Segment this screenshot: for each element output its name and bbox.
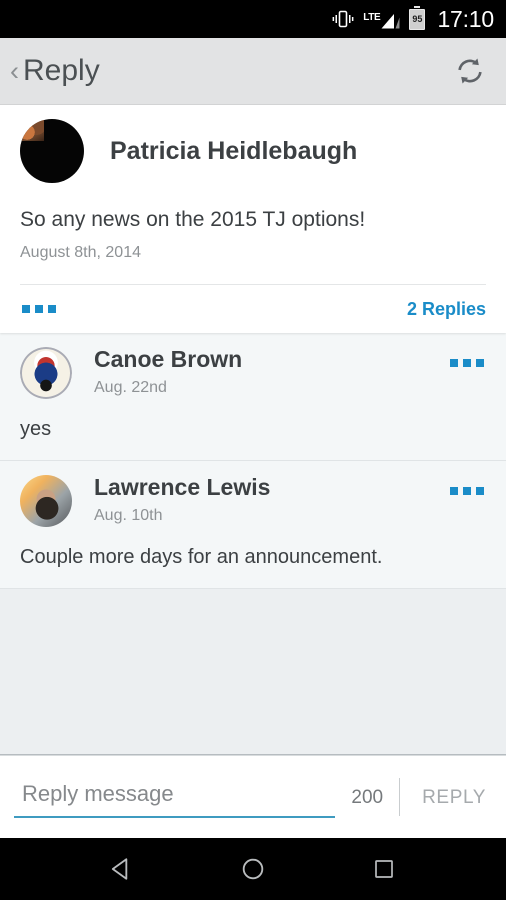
post-author-name: Patricia Heidlebaugh xyxy=(110,136,358,165)
network-type-label: LTE xyxy=(363,12,381,23)
more-options-icon-dot xyxy=(450,359,458,368)
reply-more-options-button[interactable] xyxy=(448,351,486,375)
nav-recents-button[interactable] xyxy=(356,845,412,893)
post-date: August 8th, 2014 xyxy=(20,244,141,262)
page-title: Reply xyxy=(23,54,100,87)
post-more-options-button[interactable] xyxy=(20,297,58,321)
post-body-text: So any news on the 2015 TJ options! xyxy=(20,208,366,231)
replies-count-link[interactable]: 2 Replies xyxy=(407,300,486,318)
reply-message-input[interactable] xyxy=(14,776,336,818)
battery-icon: 95 xyxy=(409,5,426,30)
app-bar: ‹ Reply xyxy=(0,38,506,105)
signal-bars-icon xyxy=(381,14,400,29)
more-options-icon-dot xyxy=(450,487,458,496)
status-bar: LTE 95 17:10 xyxy=(0,0,506,38)
reply-date: Aug. 10th xyxy=(94,506,163,524)
refresh-icon xyxy=(458,58,482,84)
post-actions: 2 Replies xyxy=(20,285,486,333)
reply-header: Lawrence Lewis Aug. 10th xyxy=(20,475,486,528)
vibrate-icon xyxy=(332,10,354,28)
reply-meta: Canoe Brown Aug. 22nd xyxy=(94,347,448,396)
square-recents-icon xyxy=(375,860,394,878)
refresh-button[interactable] xyxy=(448,49,492,93)
avatar-post-author[interactable] xyxy=(20,119,84,183)
avatar-reply-author[interactable] xyxy=(20,475,72,528)
battery-level-label: 95 xyxy=(412,13,423,24)
triangle-back-icon xyxy=(111,858,127,880)
reply-item: Lawrence Lewis Aug. 10th Couple more day… xyxy=(0,461,506,590)
replies-empty-space xyxy=(0,589,506,755)
reply-body-text: Couple more days for an announcement. xyxy=(20,546,383,569)
app-screen: LTE 95 17:10 ‹ Reply Patricia Heidlebaug… xyxy=(0,0,506,900)
back-button[interactable]: ‹ Reply xyxy=(8,54,448,89)
reply-author-name: Canoe Brown xyxy=(94,346,243,373)
status-bar-clock: 17:10 xyxy=(437,5,494,32)
thread-content: Patricia Heidlebaugh So any news on the … xyxy=(0,105,506,755)
avatar-reply-author[interactable] xyxy=(20,347,72,400)
more-options-icon-dot xyxy=(463,359,471,368)
reply-body-text: yes xyxy=(20,418,52,441)
reply-more-options-button[interactable] xyxy=(448,479,486,503)
more-options-icon-dot xyxy=(463,487,471,496)
more-options-icon-dot xyxy=(476,359,484,368)
reply-header: Canoe Brown Aug. 22nd xyxy=(20,347,486,400)
more-options-icon-dot xyxy=(22,305,30,314)
chevron-left-icon: ‹ xyxy=(10,55,19,86)
reply-meta: Lawrence Lewis Aug. 10th xyxy=(94,475,448,524)
reply-date: Aug. 22nd xyxy=(94,378,167,396)
character-counter: 200 xyxy=(351,786,384,808)
network-indicator: LTE xyxy=(363,8,400,30)
post-header: Patricia Heidlebaugh xyxy=(20,119,486,183)
send-reply-button[interactable]: REPLY xyxy=(400,778,490,817)
original-post: Patricia Heidlebaugh So any news on the … xyxy=(0,105,506,334)
android-nav-bar xyxy=(0,838,506,900)
replies-list: Canoe Brown Aug. 22nd yes Lawrence Lewis xyxy=(0,333,506,755)
more-options-icon-dot xyxy=(48,305,56,314)
more-options-icon-dot xyxy=(476,487,484,496)
status-icons: LTE 95 17:10 xyxy=(332,5,494,32)
compose-bar: 200 REPLY xyxy=(0,755,506,838)
nav-home-button[interactable] xyxy=(225,845,281,893)
reply-author-name: Lawrence Lewis xyxy=(94,474,271,501)
circle-home-icon xyxy=(242,858,264,880)
more-options-icon-dot xyxy=(35,305,43,314)
nav-back-button[interactable] xyxy=(94,845,150,893)
reply-item: Canoe Brown Aug. 22nd yes xyxy=(0,333,506,462)
